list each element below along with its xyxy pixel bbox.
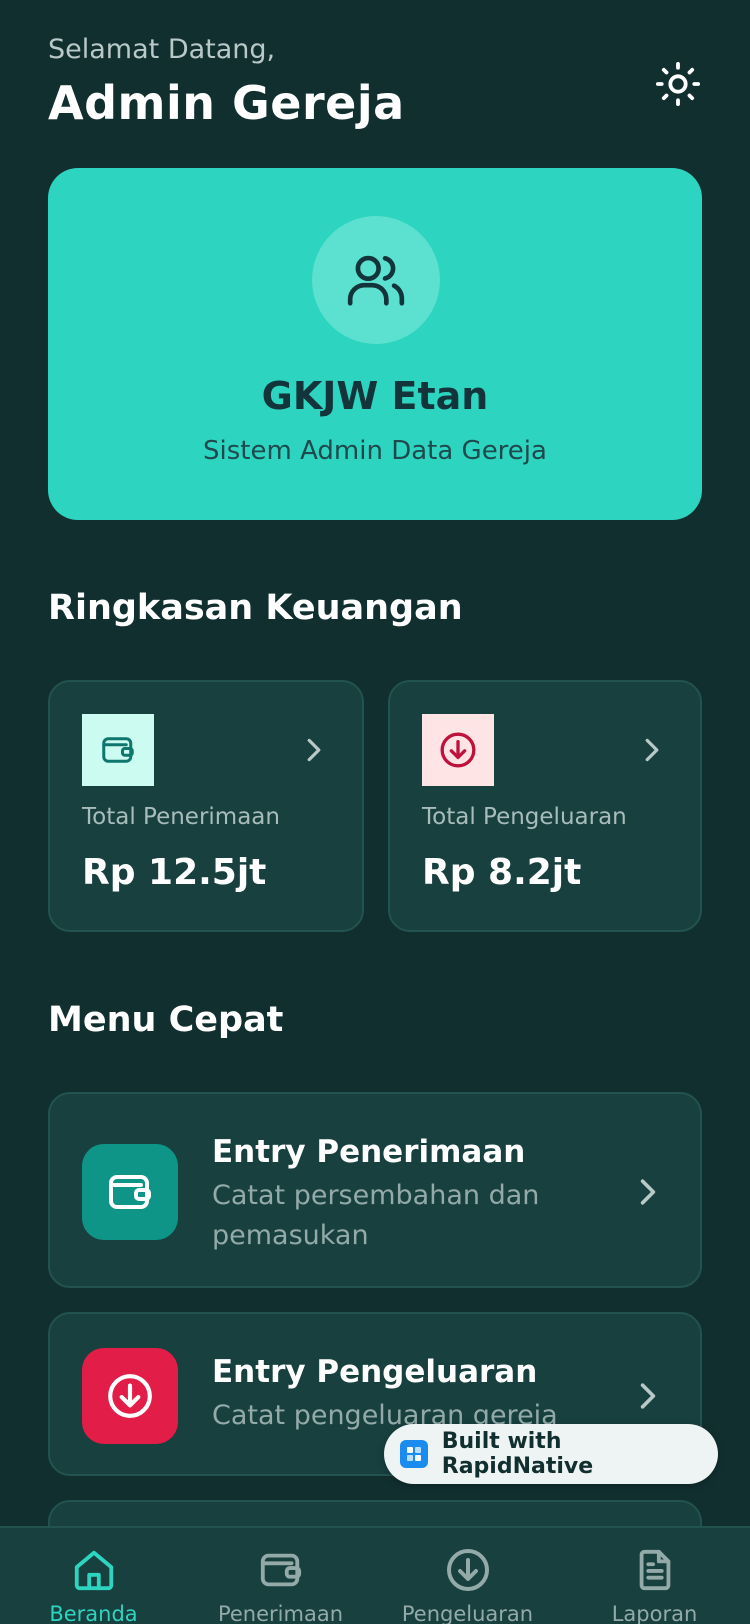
total-income-label: Total Penerimaan: [82, 804, 280, 830]
greeting-text: Selamat Datang,: [48, 34, 276, 65]
bottom-navigation: Beranda Penerimaan Pengeluaran Laporan: [0, 1526, 750, 1624]
nav-label-beranda: Beranda: [49, 1602, 138, 1624]
summary-section-title: Ringkasan Keuangan: [48, 588, 463, 628]
church-subtitle: Sistem Admin Data Gereja: [203, 436, 547, 466]
rapidnative-logo-icon: [400, 1440, 428, 1468]
wallet-icon: [102, 737, 134, 763]
sun-icon: [655, 61, 701, 107]
nav-label-pengeluaran: Pengeluaran: [401, 1602, 534, 1624]
nav-tab-pengeluaran[interactable]: Pengeluaran: [374, 1528, 561, 1624]
church-profile-card: GKJW Etan Sistem Admin Data Gereja: [48, 168, 702, 520]
home-icon: [68, 1544, 120, 1596]
arrow-down-circle-icon: [108, 1374, 152, 1418]
chevron-right-icon: [636, 1376, 660, 1416]
theme-toggle-button[interactable]: [652, 58, 704, 110]
entry-income-icon-box: [82, 1144, 178, 1240]
total-expense-card[interactable]: Total Pengeluaran Rp 8.2jt: [388, 680, 702, 932]
chevron-right-icon: [636, 1172, 660, 1212]
document-icon: [629, 1544, 681, 1596]
home-screen: Selamat Datang, Admin Gereja GKJW Etan S…: [0, 0, 750, 1624]
entry-expense-title: Entry Pengeluaran: [212, 1354, 538, 1390]
users-icon: [347, 255, 405, 306]
total-income-icon-box: [82, 714, 154, 786]
nav-label-laporan: Laporan: [611, 1602, 698, 1624]
total-income-value: Rp 12.5jt: [82, 852, 267, 893]
total-expense-value: Rp 8.2jt: [422, 852, 582, 893]
built-with-text: Built with RapidNative: [441, 1429, 594, 1479]
church-avatar: [312, 216, 440, 344]
quick-menu-section-title: Menu Cepat: [48, 1000, 284, 1040]
built-with-badge[interactable]: Built with RapidNative: [384, 1424, 718, 1484]
arrow-down-circle-icon: [440, 732, 476, 768]
nav-tab-penerimaan[interactable]: Penerimaan: [187, 1528, 374, 1624]
wallet-icon: [109, 1175, 151, 1209]
chevron-right-icon: [640, 732, 664, 768]
entry-expense-icon-box: [82, 1348, 178, 1444]
total-expense-label: Total Pengeluaran: [422, 804, 627, 830]
nav-tab-laporan[interactable]: Laporan: [561, 1528, 748, 1624]
entry-income-description: Catat persembahan dan pemasukan: [212, 1180, 540, 1251]
wallet-icon: [255, 1544, 307, 1596]
total-expense-icon-box: [422, 714, 494, 786]
nav-tab-beranda[interactable]: Beranda: [0, 1528, 187, 1624]
total-income-card[interactable]: Total Penerimaan Rp 12.5jt: [48, 680, 364, 932]
entry-income-menu-item[interactable]: Entry Penerimaan Catat persembahan dan p…: [48, 1092, 702, 1288]
entry-income-title: Entry Penerimaan: [212, 1134, 526, 1170]
arrow-down-circle-icon: [442, 1544, 494, 1596]
church-name: GKJW Etan: [261, 374, 489, 418]
page-title: Admin Gereja: [48, 76, 405, 130]
chevron-right-icon: [302, 732, 326, 768]
nav-label-penerimaan: Penerimaan: [217, 1602, 344, 1624]
